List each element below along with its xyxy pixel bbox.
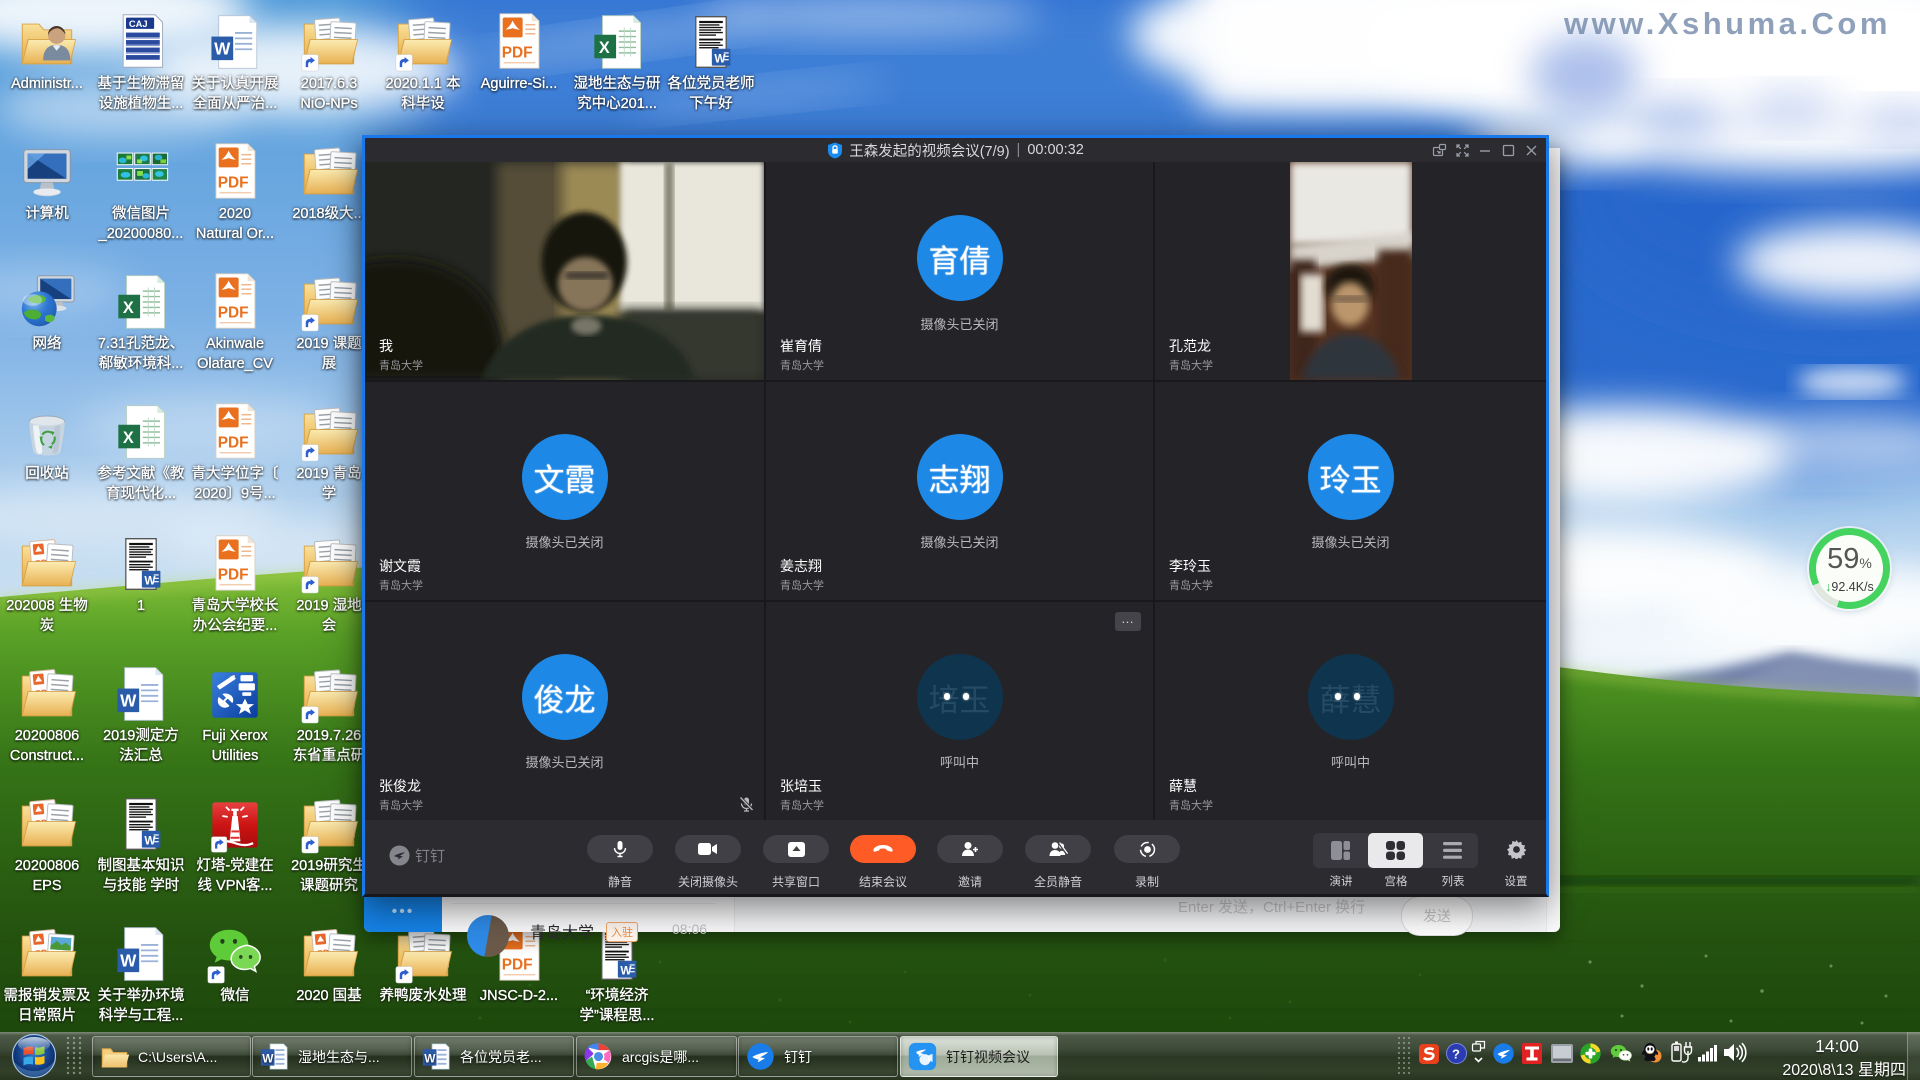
svg-text:?: ?	[1452, 1047, 1460, 1062]
svg-text:W: W	[262, 1051, 274, 1065]
svg-text:W: W	[424, 1051, 436, 1065]
